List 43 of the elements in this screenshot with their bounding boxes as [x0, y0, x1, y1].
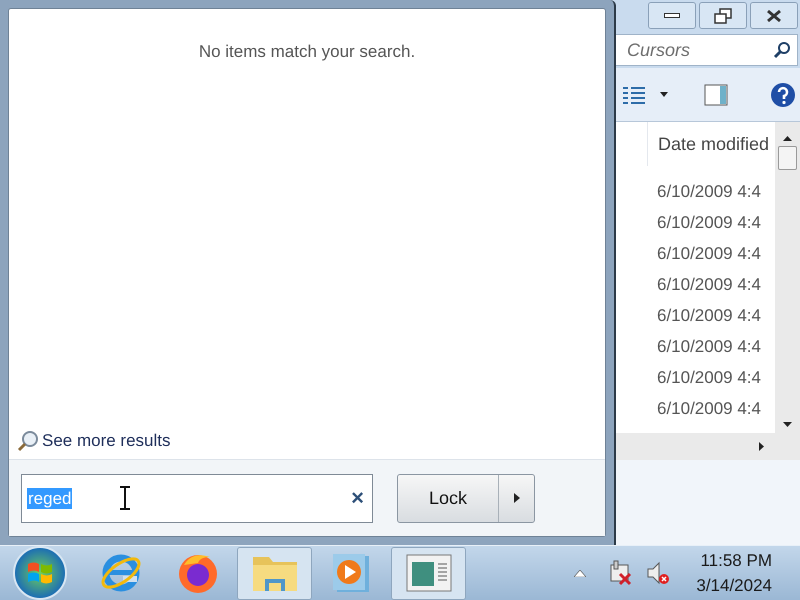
windows-logo-icon: [27, 561, 53, 585]
close-button[interactable]: [750, 2, 798, 29]
scroll-up-icon[interactable]: [783, 136, 792, 141]
search-placeholder: Cursors: [627, 38, 690, 62]
clock[interactable]: 11:58 PM 3/14/2024: [696, 548, 772, 598]
play-icon: [332, 551, 372, 595]
minimize-button[interactable]: [648, 2, 696, 29]
scroll-down-icon[interactable]: [783, 422, 792, 427]
search-field[interactable]: reged ×: [21, 474, 373, 522]
preview-pane-icon[interactable]: [704, 84, 728, 106]
taskbar-button[interactable]: [391, 546, 466, 600]
window-icon: [406, 554, 452, 592]
show-hidden-icons-icon[interactable]: [574, 570, 586, 576]
restore-icon: [714, 8, 732, 24]
date-cell-text: 6/10/2009 4:4: [657, 274, 761, 296]
right-arrow-icon: [514, 493, 520, 503]
date-cell-text: 6/10/2009 4:4: [657, 366, 761, 389]
restore-button[interactable]: [699, 2, 747, 29]
clock-time: 11:58 PM: [700, 550, 772, 572]
date-cell-text: 6/10/2009 4:4: [657, 398, 761, 420]
date-cell-text: 6/10/2009 4:4: [657, 212, 761, 234]
search-icon: [17, 430, 39, 452]
date-cell-text: 6/10/2009 4:4: [657, 336, 761, 358]
help-icon[interactable]: [770, 82, 796, 108]
clear-search-button[interactable]: ×: [351, 487, 364, 509]
scrollbar-thumb[interactable]: [778, 146, 797, 170]
date-cell-text: 6/10/2009 4:4: [657, 304, 761, 327]
clock-date: 3/14/2024: [696, 575, 772, 597]
no-results-message: No items match your search.: [198, 41, 416, 61]
see-more-results-link[interactable]: See more results: [42, 428, 170, 454]
text-cursor-icon: [118, 486, 132, 510]
date-cell-text: 6/10/2009 4:4: [657, 180, 761, 203]
vertical-scrollbar[interactable]: [775, 122, 800, 433]
scroll-right-icon[interactable]: [759, 442, 764, 451]
search-icon: [773, 41, 791, 59]
start-button[interactable]: [13, 546, 67, 600]
view-list-icon[interactable]: [622, 84, 646, 104]
date-cell-text: 6/10/2009 4:4: [657, 242, 761, 265]
volume-muted-icon[interactable]: [646, 561, 670, 585]
close-icon: [766, 8, 782, 22]
dropdown-caret-icon[interactable]: [660, 92, 668, 97]
search-input-text: reged: [27, 488, 72, 508]
minimize-icon: [664, 13, 680, 18]
